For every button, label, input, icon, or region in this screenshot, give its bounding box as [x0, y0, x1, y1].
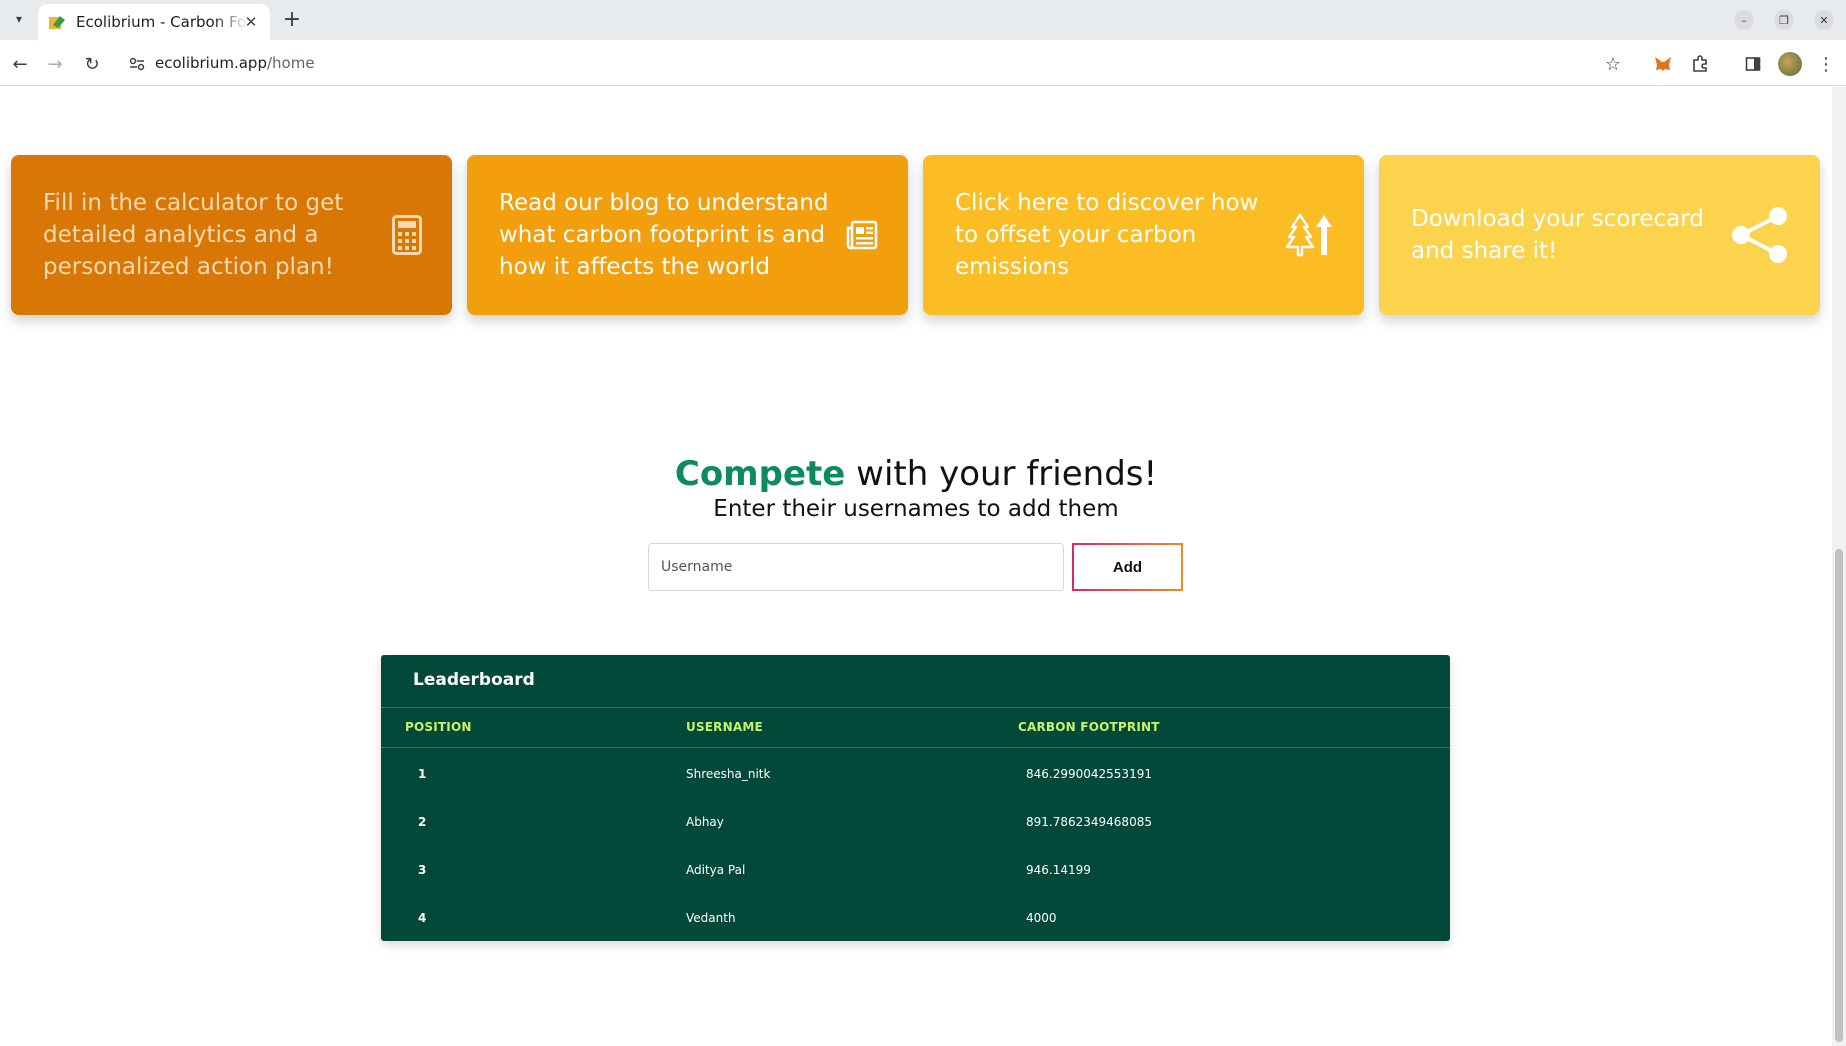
tab-close-icon[interactable]: ✕ — [242, 13, 260, 31]
row-position: 1 — [418, 767, 427, 781]
action-cards: Fill in the calculator to get detailed a… — [11, 155, 1821, 315]
row-carbon-footprint: 846.2990042553191 — [1026, 767, 1152, 781]
card-text: Read our blog to understand what carbon … — [499, 190, 829, 280]
close-window-icon[interactable]: ✕ — [1814, 10, 1834, 30]
table-row: 3 Aditya Pal 946.14199 — [381, 848, 1450, 896]
offset-card[interactable]: Click here to discover how to offset you… — [923, 155, 1364, 315]
forward-icon[interactable]: → — [43, 52, 67, 76]
card-text: Fill in the calculator to get detailed a… — [43, 190, 344, 280]
row-position: 3 — [418, 863, 427, 877]
column-header-username: USERNAME — [686, 720, 763, 734]
leaderboard-title: Leaderboard — [413, 670, 535, 690]
row-position: 4 — [418, 911, 427, 925]
row-username: Vedanth — [686, 911, 736, 925]
browser-tab[interactable]: Ecolibrium - Carbon Footprint ✕ — [38, 4, 270, 40]
restore-window-icon[interactable]: ❐ — [1774, 10, 1794, 30]
browser-toolbar: ← → ↻ ecolibrium.app/home ☆ ⋮ — [0, 40, 1846, 86]
metamask-extension-icon[interactable] — [1651, 52, 1675, 76]
leaderboard-table: Leaderboard POSITION USERNAME CARBON FOO… — [381, 655, 1450, 941]
side-panel-icon[interactable] — [1741, 52, 1765, 76]
scrollbar-thumb[interactable] — [1835, 549, 1843, 1042]
row-carbon-footprint: 4000 — [1026, 911, 1057, 925]
new-tab-icon[interactable]: + — [280, 8, 304, 32]
scorecard-card[interactable]: Download your scorecard and share it! — [1379, 155, 1820, 315]
compete-heading: Compete with your friends! — [0, 454, 1832, 494]
minimize-window-icon[interactable]: – — [1734, 10, 1754, 30]
table-row: 1 Shreesha_nitk 846.2990042553191 — [381, 752, 1450, 800]
browser-menu-icon[interactable]: ⋮ — [1814, 52, 1838, 76]
share-icon — [1730, 206, 1790, 264]
calculator-icon — [392, 215, 422, 255]
profile-avatar[interactable] — [1778, 52, 1802, 76]
compete-subtitle: Enter their usernames to add them — [713, 496, 1119, 522]
site-info-icon[interactable] — [126, 53, 148, 75]
row-username: Abhay — [686, 815, 724, 829]
row-username: Shreesha_nitk — [686, 767, 771, 781]
column-header-carbon-footprint: CARBON FOOTPRINT — [1018, 720, 1160, 734]
page-content: Fill in the calculator to get detailed a… — [0, 87, 1832, 1046]
row-carbon-footprint: 891.7862349468085 — [1026, 815, 1152, 829]
page-scrollbar[interactable] — [1832, 87, 1846, 1046]
username-input[interactable] — [648, 543, 1064, 591]
table-row: 4 Vedanth 4000 — [381, 896, 1450, 944]
newspaper-icon — [846, 220, 878, 250]
bookmark-star-icon[interactable]: ☆ — [1601, 52, 1625, 76]
row-carbon-footprint: 946.14199 — [1026, 863, 1091, 877]
extensions-puzzle-icon[interactable] — [1688, 52, 1712, 76]
url-path: /home — [266, 54, 315, 72]
add-friend-button[interactable]: Add — [1072, 543, 1183, 591]
tab-title: Ecolibrium - Carbon Footprint — [76, 13, 248, 31]
reload-icon[interactable]: ↻ — [80, 52, 104, 76]
tab-search-dropdown-icon[interactable]: ▾ — [8, 8, 30, 30]
row-position: 2 — [418, 815, 427, 829]
browser-tab-bar: ▾ Ecolibrium - Carbon Footprint ✕ + – ❐ … — [0, 0, 1846, 40]
ecolibrium-favicon-icon — [48, 13, 66, 31]
compete-accent: Compete — [674, 454, 846, 494]
back-icon[interactable]: ← — [8, 52, 32, 76]
blog-card[interactable]: Read our blog to understand what carbon … — [467, 155, 908, 315]
column-header-position: POSITION — [405, 720, 472, 734]
trees-arrow-icon — [1286, 211, 1334, 259]
calculator-card[interactable]: Fill in the calculator to get detailed a… — [11, 155, 452, 315]
row-username: Aditya Pal — [686, 863, 746, 877]
compete-heading-rest: with your friends! — [845, 454, 1158, 494]
card-text: Download your scorecard and share it! — [1411, 206, 1704, 264]
url-host: ecolibrium.app — [155, 54, 267, 72]
table-row: 2 Abhay 891.7862349468085 — [381, 800, 1450, 848]
address-bar[interactable]: ecolibrium.app/home — [155, 54, 315, 72]
card-text: Click here to discover how to offset you… — [955, 190, 1259, 280]
leaderboard-header-row: POSITION USERNAME CARBON FOOTPRINT — [381, 707, 1450, 748]
